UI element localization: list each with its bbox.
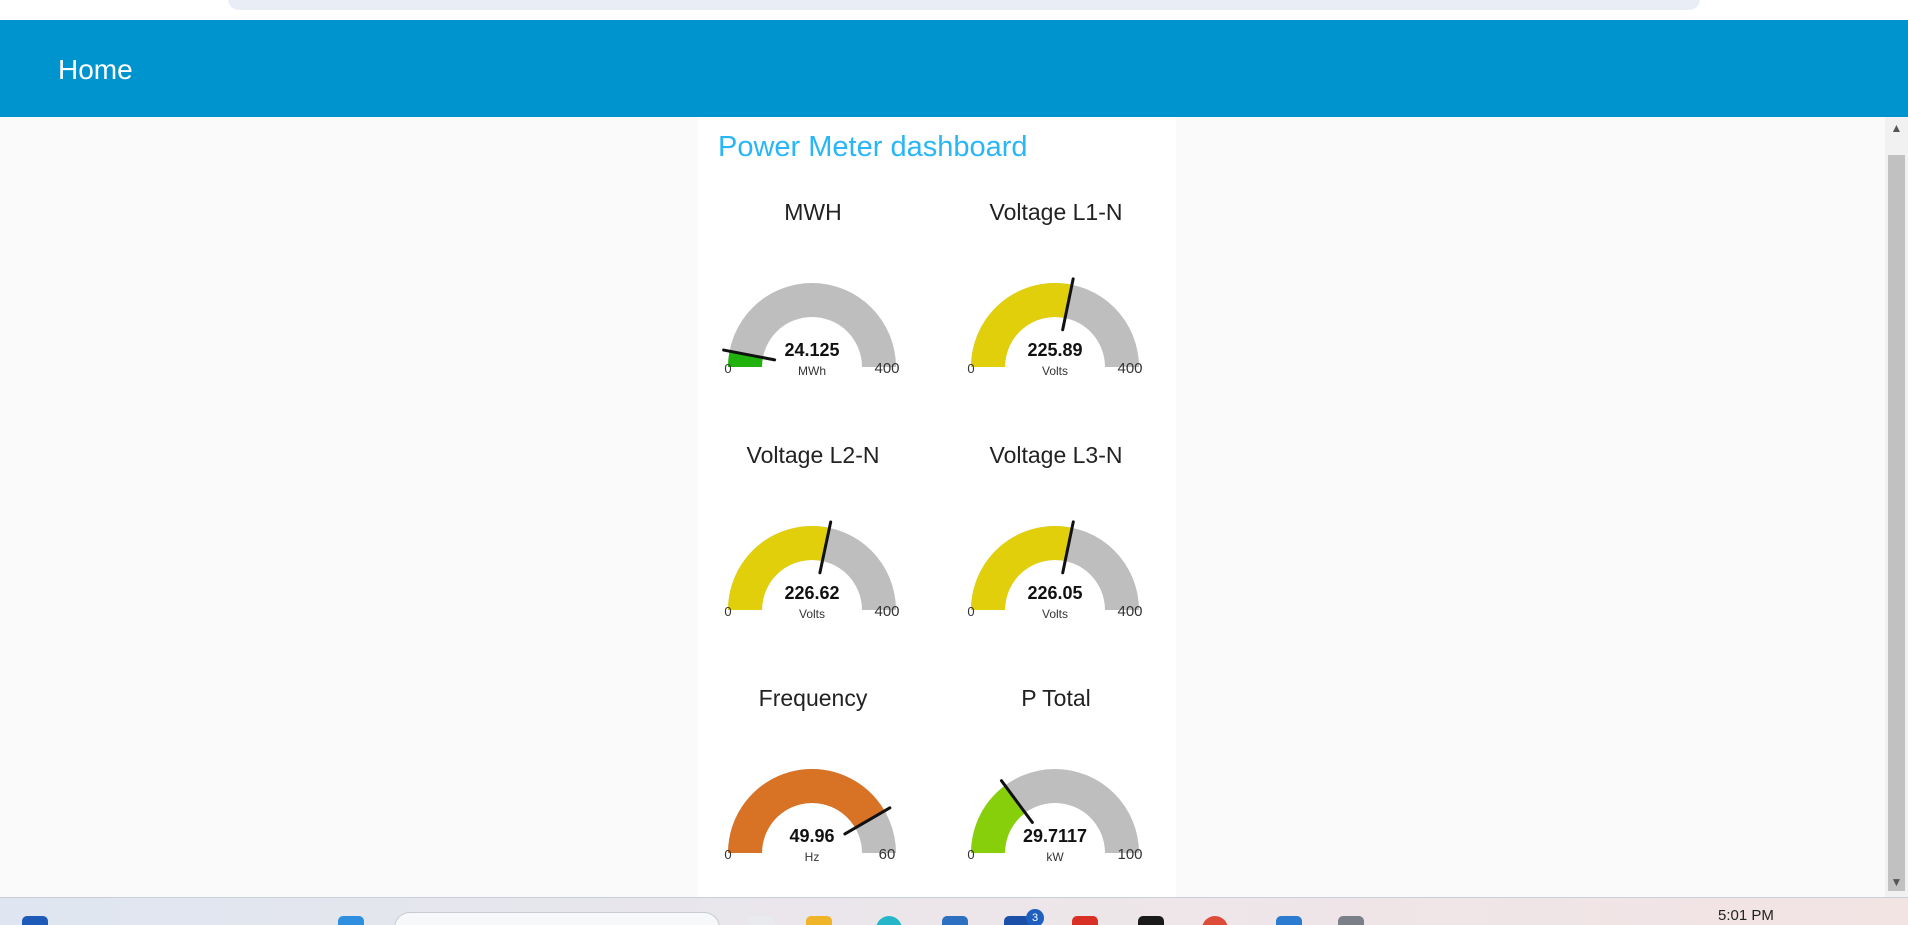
app-header: Home <box>0 20 1908 117</box>
gauge-title: P Total <box>1021 685 1091 711</box>
gauge-value: 49.96 <box>789 826 834 846</box>
scrollbar-thumb[interactable] <box>1888 155 1905 891</box>
gauge-value: 24.125 <box>784 340 839 360</box>
taskbar-clock: 5:01 PM <box>1718 907 1774 924</box>
gauge-dial: 24.125 MWh 0 400 <box>722 283 900 378</box>
gauge-title: MWH <box>784 199 842 225</box>
gauge-max: 400 <box>874 603 899 620</box>
gauge-min: 0 <box>967 361 974 376</box>
gauge-units: Volts <box>799 607 825 621</box>
gauge-dial: 29.7117 kW 0 100 <box>967 769 1143 864</box>
gauge-units: kW <box>1046 850 1064 864</box>
dashboard-panel: Power Meter dashboard MWH 24.125 MWh 0 4… <box>698 117 1176 897</box>
group-title: Power Meter dashboard <box>718 131 1028 163</box>
gauge-title: Voltage L2-N <box>746 442 880 468</box>
gauge-max: 400 <box>874 360 899 377</box>
scroll-down-arrow-icon[interactable]: ▼ <box>1885 875 1908 893</box>
gauge-dial: 226.05 Volts 0 400 <box>967 520 1143 621</box>
gauge-max: 400 <box>1117 603 1142 620</box>
gauge-voltage-l2-n: Voltage L2-N 226.62 Volts 0 400 <box>708 442 918 662</box>
gauge-min: 0 <box>967 847 974 862</box>
notification-badge: 3 <box>1026 909 1044 925</box>
gauge-frequency: Frequency 49.96 Hz 0 60 <box>708 685 918 905</box>
gauge-mwh: MWH 24.125 MWh 0 400 <box>708 199 918 419</box>
gauge-voltage-l3-n: Voltage L3-N 226.05 Volts 0 400 <box>951 442 1161 662</box>
gauge-min: 0 <box>724 847 731 862</box>
address-bar[interactable] <box>228 0 1700 10</box>
gauge-title: Frequency <box>758 685 868 711</box>
page-title: Home <box>58 54 133 85</box>
gauge-value: 226.05 <box>1027 583 1082 603</box>
gauge-dial: 225.89 Volts 0 400 <box>967 277 1143 378</box>
taskbar: 3 5:01 PM <box>0 897 1908 925</box>
gauge-min: 0 <box>724 361 731 376</box>
scroll-up-arrow-icon[interactable]: ▲ <box>1885 121 1908 139</box>
gauge-voltage-l1-n: Voltage L1-N 225.89 Volts 0 400 <box>951 199 1161 419</box>
taskbar-search-box[interactable] <box>394 912 720 925</box>
gauge-max: 60 <box>879 846 896 863</box>
gauge-dial: 226.62 Volts 0 400 <box>724 520 900 621</box>
gauge-min: 0 <box>967 604 974 619</box>
gauge-value: 29.7117 <box>1023 826 1087 846</box>
gauge-units: Volts <box>1042 607 1068 621</box>
gauge-max: 400 <box>1117 360 1142 377</box>
browser-address-strip <box>0 0 1908 20</box>
vertical-scrollbar[interactable]: ▲ ▼ <box>1885 117 1908 897</box>
gauge-units: Volts <box>1042 364 1068 378</box>
gauge-units: MWh <box>798 364 826 378</box>
gauge-title: Voltage L3-N <box>989 442 1123 468</box>
gauge-dial: 49.96 Hz 0 60 <box>724 769 896 864</box>
gauge-p-total: P Total 29.7117 kW 0 100 <box>951 685 1161 905</box>
gauge-max: 100 <box>1117 846 1142 863</box>
gauge-value: 225.89 <box>1027 340 1082 360</box>
gauge-title: Voltage L1-N <box>989 199 1123 225</box>
gauge-min: 0 <box>724 604 731 619</box>
gauge-value: 226.62 <box>784 583 839 603</box>
gauge-units: Hz <box>805 850 820 864</box>
